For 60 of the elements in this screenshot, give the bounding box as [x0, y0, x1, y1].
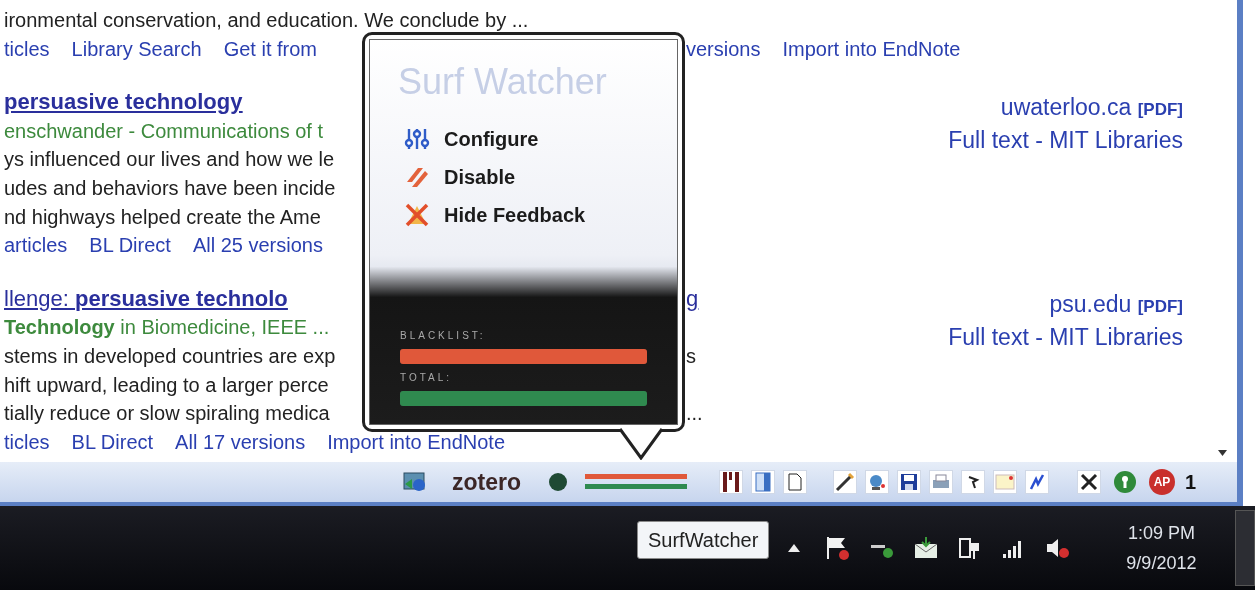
result-link[interactable]: articles — [4, 234, 68, 257]
mail-icon[interactable] — [913, 535, 940, 561]
result-link[interactable]: Library Search — [71, 37, 202, 60]
menu-item[interactable]: Disable — [404, 161, 516, 192]
full-text-link[interactable]: Full text - MIT Libraries — [948, 323, 1183, 350]
result-snippet: ys influenced our lives and how we le — [4, 148, 335, 171]
clock-time[interactable]: 1:09 PM — [1111, 518, 1212, 548]
pencil-icon[interactable] — [833, 470, 857, 494]
keyhole-icon[interactable] — [1113, 470, 1137, 494]
result-link[interactable]: All 17 versions — [175, 430, 306, 453]
app-logo[interactable]: AP — [1149, 469, 1175, 495]
panel-icon[interactable] — [751, 470, 775, 494]
result-link[interactable]: All 25 versions — [192, 234, 323, 257]
result-link[interactable]: ticles — [4, 37, 50, 60]
result-snippet: hift upward, leading to a larger perce — [4, 373, 329, 396]
scroll-down-icon[interactable] — [1218, 450, 1227, 456]
result-snippet: s — [686, 344, 696, 367]
menu-item[interactable]: Hide Feedback — [404, 199, 586, 230]
result-link[interactable]: versions — [686, 37, 761, 60]
flag-icon[interactable] — [825, 535, 852, 561]
result-link[interactable]: BL Direct — [71, 430, 154, 453]
columns-icon[interactable] — [719, 470, 743, 494]
page-icon[interactable] — [783, 470, 807, 494]
result-source: Technology in Biomedicine, IEEE ... — [4, 316, 330, 339]
result-link[interactable]: Import into EndNote — [782, 37, 961, 60]
full-text-link[interactable]: Full text - MIT Libraries — [948, 127, 1183, 154]
result-link[interactable]: Import into EndNote — [327, 430, 506, 453]
menu-item[interactable]: Configure — [404, 123, 539, 154]
result-title[interactable]: persuasive technology — [4, 89, 243, 115]
result-snippet: stems in developed countries are exp — [4, 344, 336, 367]
tools-icon[interactable] — [1077, 470, 1101, 494]
meter-label: BLACKLIST: — [400, 329, 487, 343]
printer-icon[interactable] — [929, 470, 953, 494]
save-icon[interactable] — [897, 470, 921, 494]
site-link[interactable]: psu.edu — [1049, 290, 1132, 317]
result-snippet: udes and behaviors have been incide — [4, 176, 336, 199]
zotero-logo[interactable]: zotero — [452, 464, 521, 500]
file-type-label: [PDF] — [1137, 100, 1183, 120]
result-snippet: ... — [686, 402, 703, 425]
clock-date[interactable]: 9/9/2012 — [1111, 548, 1212, 578]
count-label: 1 — [1185, 470, 1197, 495]
dot-icon[interactable] — [549, 473, 567, 491]
result-link[interactable]: BL Direct — [89, 234, 171, 257]
result-snippet: nd highways helped create the Ame — [4, 205, 321, 228]
result-link[interactable]: ticles — [4, 430, 50, 453]
site-link[interactable]: uwaterloo.ca — [1000, 94, 1132, 121]
image-icon[interactable] — [402, 470, 428, 494]
tooltip: SurfWatcher — [637, 521, 770, 559]
result-link[interactable]: Get it from — [223, 37, 317, 60]
result-title[interactable]: llenge: persuasive technolo — [4, 285, 288, 311]
meter-label: TOTAL: — [400, 371, 454, 385]
globe-icon[interactable] — [865, 470, 889, 494]
file-type-label: [PDF] — [1137, 296, 1183, 316]
result-snippet: ironmental conservation, and education. We conclude by ... — [4, 9, 529, 31]
result-source: enschwander - Communications of t — [4, 119, 324, 142]
lightning-icon[interactable] — [1025, 470, 1049, 494]
result-title[interactable]: g — [686, 285, 699, 311]
result-snippet: tially reduce or slow spiraling medica — [4, 402, 330, 425]
sliders-icon — [404, 126, 430, 151]
cross-icon — [404, 201, 430, 228]
